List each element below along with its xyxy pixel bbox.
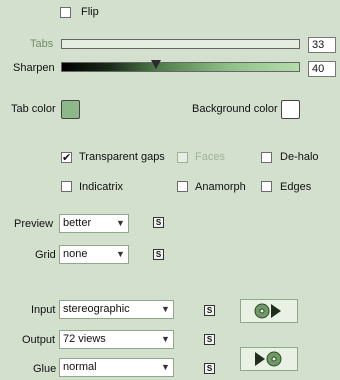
tab-color-swatch[interactable] [61,100,80,119]
background-color-swatch[interactable] [281,100,300,119]
transparent-gaps-checkbox[interactable]: ✔ [61,152,72,163]
glue-value: normal [63,361,97,373]
output-dropdown[interactable]: 72 views ▼ [59,330,174,349]
sharpen-label: Sharpen [13,62,55,74]
tabs-slider[interactable] [61,39,300,49]
convert-backward-button[interactable] [240,347,298,371]
glue-s-button[interactable]: S [204,363,215,374]
output-label: Output [22,334,56,346]
chevron-down-icon: ▼ [161,334,170,344]
convert-forward-button[interactable] [240,299,298,323]
preview-dropdown[interactable]: better ▼ [59,214,129,233]
flip-label: Flip [81,6,99,18]
anamorph-checkbox[interactable] [177,181,188,192]
input-label: Input [31,304,56,316]
transparent-gaps-label: Transparent gaps [79,151,165,163]
input-value: stereographic [63,303,130,315]
sharpen-slider[interactable] [61,62,300,72]
chevron-down-icon: ▼ [161,304,170,314]
indicatrix-checkbox[interactable] [61,181,72,192]
edges-label: Edges [280,181,312,193]
preview-label: Preview [14,218,54,230]
indicatrix-label: Indicatrix [79,181,124,193]
de-halo-label: De-halo [280,151,319,163]
faces-label: Faces [195,151,225,163]
sharpen-value-field[interactable]: 40 [308,61,336,77]
tab-color-label: Tab color [11,103,56,115]
output-s-button[interactable]: S [204,334,215,345]
edges-checkbox[interactable] [261,181,272,192]
chevron-down-icon: ▼ [116,249,125,259]
checkmark-icon: ✔ [62,151,72,164]
preview-value: better [63,217,92,229]
grid-dropdown[interactable]: none ▼ [59,245,129,264]
glue-dropdown[interactable]: normal ▼ [59,358,174,377]
background-color-label: Background color [192,103,278,115]
faces-checkbox [177,152,188,163]
tabs-value-field[interactable]: 33 [308,37,336,53]
grid-label: Grid [35,249,56,261]
grid-value: none [63,248,88,260]
flip-checkbox[interactable] [60,7,71,18]
glue-label: Glue [33,363,57,375]
grid-s-button[interactable]: S [153,249,164,260]
chevron-down-icon: ▼ [116,218,125,228]
play-disc-icon [255,351,282,367]
sharpen-slider-thumb[interactable] [151,60,161,69]
input-dropdown[interactable]: stereographic ▼ [59,300,174,319]
anamorph-label: Anamorph [195,181,246,193]
de-halo-checkbox[interactable] [261,152,272,163]
disc-play-icon [254,303,281,319]
preview-s-button[interactable]: S [153,217,164,228]
input-s-button[interactable]: S [204,305,215,316]
chevron-down-icon: ▼ [161,362,170,372]
tabs-label: Tabs [30,38,54,50]
output-value: 72 views [63,333,106,345]
